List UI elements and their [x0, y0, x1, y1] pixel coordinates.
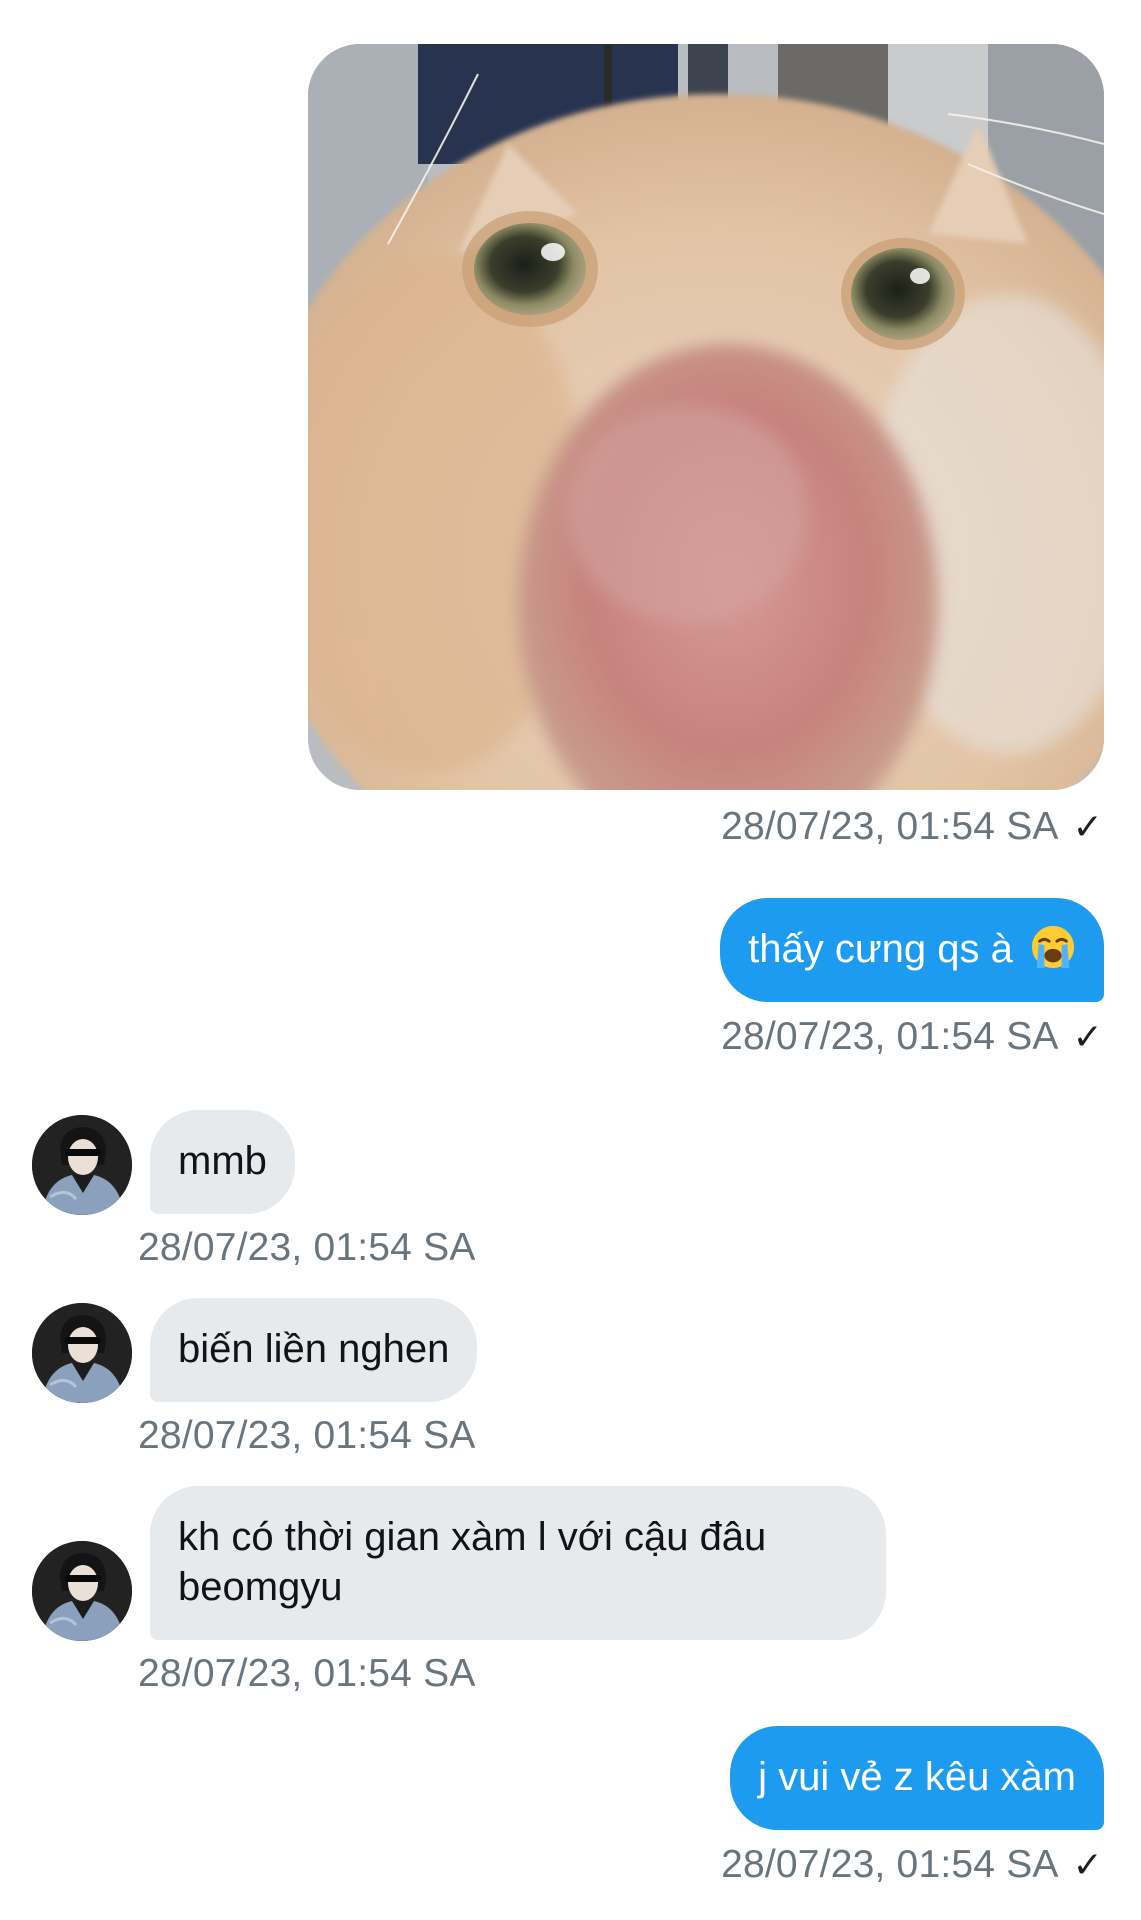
contact-avatar[interactable]: [32, 1303, 132, 1403]
message-timestamp: 28/07/23, 01:54 SA: [138, 1226, 476, 1270]
timestamp-text: 28/07/23, 01:54 SA: [721, 805, 1059, 848]
message-text: kh có thời gian xàm l với cậu đâu beomgy…: [178, 1515, 767, 1609]
sent-photo-message[interactable]: [308, 44, 1104, 790]
avatar-photo: [32, 1541, 132, 1641]
loudly-crying-face-icon: [1031, 925, 1075, 969]
message-timestamp: 28/07/23, 01:54 SA: [138, 1652, 476, 1696]
conversation-thread: 28/07/23, 01:54 SA ✓ thấy cưng qs à 28/07…: [0, 0, 1141, 1920]
received-message-bubble[interactable]: mmb: [150, 1110, 295, 1214]
message-text: mmb: [178, 1139, 267, 1183]
message-timestamp: 28/07/23, 01:54 SA ✓: [721, 805, 1103, 849]
message-timestamp: 28/07/23, 01:54 SA ✓: [721, 1843, 1103, 1887]
received-message-bubble[interactable]: kh có thời gian xàm l với cậu đâu beomgy…: [150, 1486, 886, 1640]
sent-message-bubble[interactable]: thấy cưng qs à: [720, 898, 1104, 1002]
message-text: j vui vẻ z kêu xàm: [758, 1755, 1076, 1799]
contact-avatar[interactable]: [32, 1115, 132, 1215]
timestamp-text: 28/07/23, 01:54 SA: [138, 1652, 476, 1695]
message-timestamp: 28/07/23, 01:54 SA ✓: [721, 1015, 1103, 1059]
avatar-photo: [32, 1303, 132, 1403]
cat-photo: [308, 44, 1104, 790]
timestamp-text: 28/07/23, 01:54 SA: [138, 1414, 476, 1457]
message-timestamp: 28/07/23, 01:54 SA: [138, 1414, 476, 1458]
sent-check-icon: ✓: [1072, 1844, 1103, 1885]
sent-message-bubble[interactable]: j vui vẻ z kêu xàm: [730, 1726, 1104, 1830]
sent-check-icon: ✓: [1072, 806, 1103, 847]
timestamp-text: 28/07/23, 01:54 SA: [721, 1015, 1059, 1058]
timestamp-text: 28/07/23, 01:54 SA: [721, 1843, 1059, 1886]
message-text: thấy cưng qs à: [748, 927, 1013, 971]
received-message-bubble[interactable]: biến liền nghen: [150, 1298, 478, 1402]
message-text: biến liền nghen: [178, 1327, 450, 1371]
contact-avatar[interactable]: [32, 1541, 132, 1641]
avatar-photo: [32, 1115, 132, 1215]
timestamp-text: 28/07/23, 01:54 SA: [138, 1226, 476, 1269]
sent-check-icon: ✓: [1072, 1016, 1103, 1057]
